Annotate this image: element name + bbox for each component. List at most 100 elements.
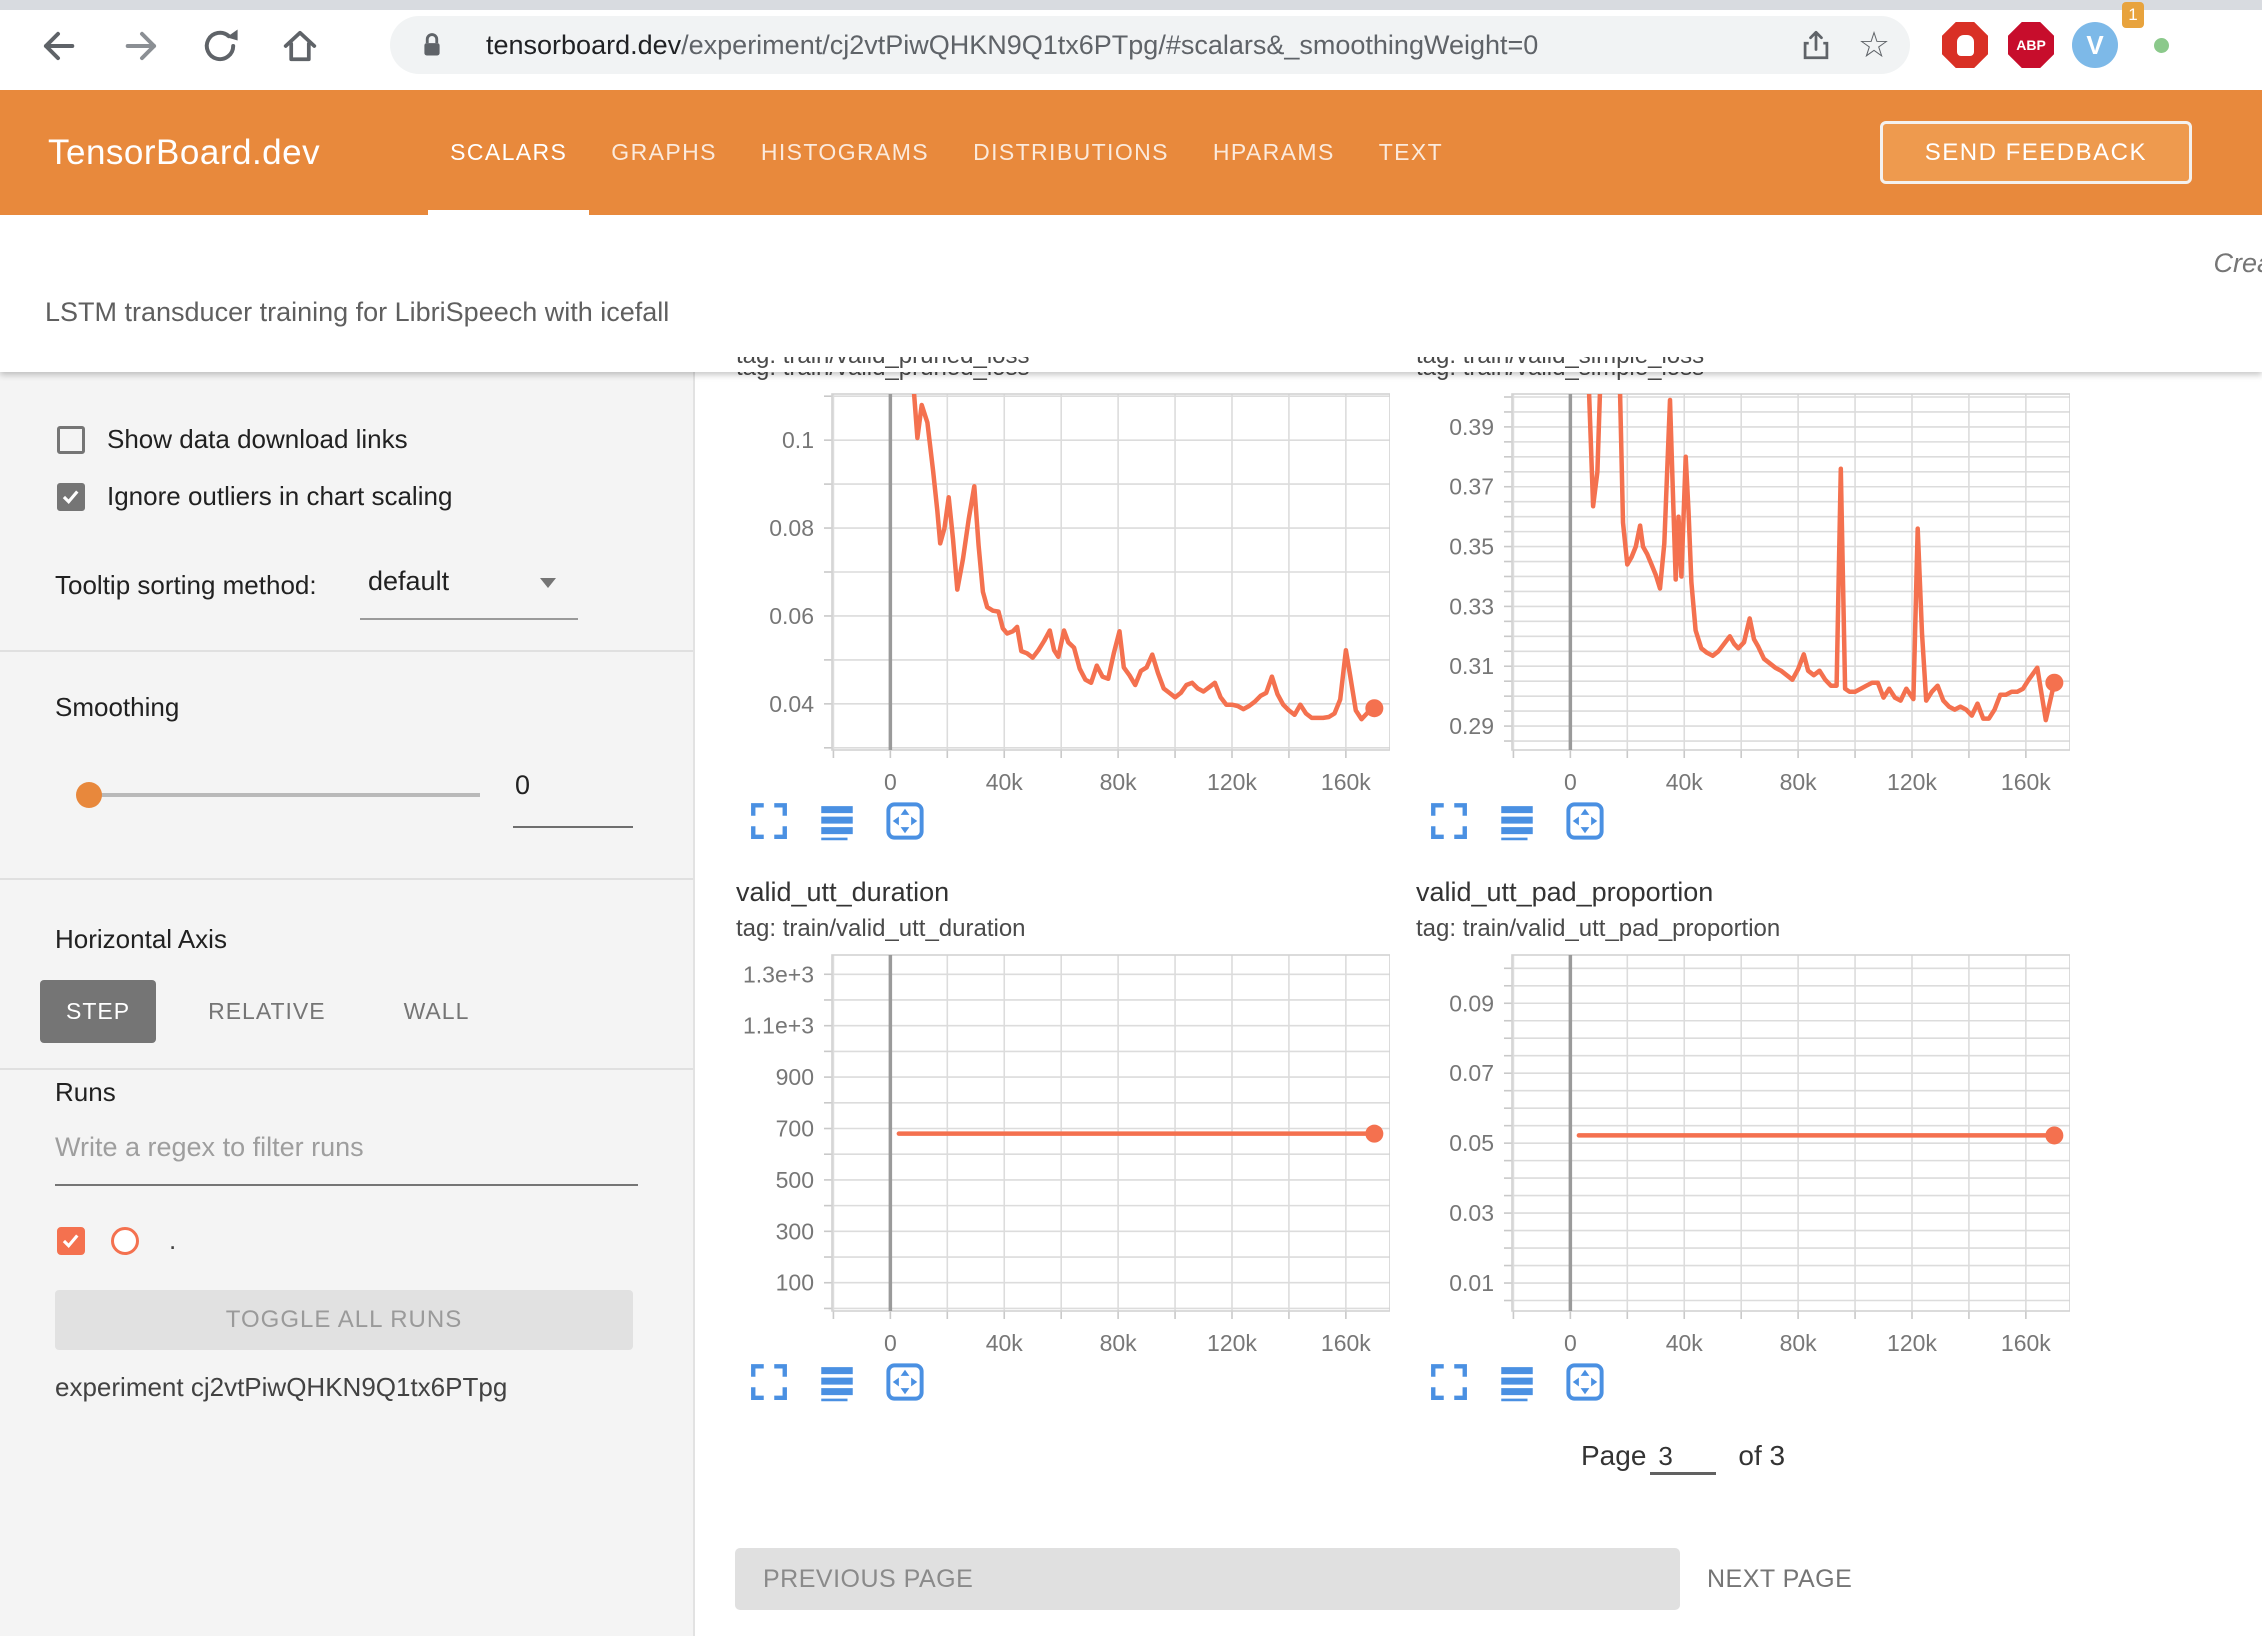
svg-text:80k: 80k [1780,769,1818,795]
experiment-header: Crea LSTM transducer training for LibriS… [0,215,2262,372]
fit-domain-icon[interactable] [884,800,926,842]
haxis-relative-button[interactable]: RELATIVE [182,980,352,1043]
line-chart[interactable]: 0.040.060.080.1040k80k120k160k [700,386,1390,798]
smoothing-value[interactable]: 0 [515,770,530,801]
chart-title: valid_utt_pad_proportion [1380,877,2070,915]
smoothing-label: Smoothing [55,692,179,723]
expand-chart-icon[interactable] [748,800,790,842]
expand-chart-icon[interactable] [1428,800,1470,842]
show-download-links-checkbox[interactable] [57,426,85,454]
run-color-swatch[interactable] [111,1227,139,1255]
svg-text:0.08: 0.08 [769,515,814,541]
svg-text:0: 0 [1564,769,1577,795]
back-icon[interactable] [36,24,80,68]
ignore-outliers-checkbox[interactable] [57,483,85,511]
haxis-wall-button[interactable]: WALL [378,980,496,1043]
home-icon[interactable] [278,24,322,68]
tab-scalars[interactable]: SCALARS [428,90,589,215]
smoothing-slider-handle[interactable] [76,782,102,808]
lock-icon [410,23,454,67]
svg-text:0: 0 [1564,1330,1577,1356]
svg-text:80k: 80k [1780,1330,1818,1356]
chart-actions [748,1361,1390,1403]
page-count-label: of 3 [1738,1440,1785,1472]
svg-text:80k: 80k [1100,1330,1138,1356]
horizontal-bars-icon[interactable] [1496,1361,1538,1403]
share-icon[interactable] [1794,23,1838,67]
created-label: Crea [2213,248,2262,279]
line-chart[interactable]: 1003005007009001.1e+31.3e+3040k80k120k16… [700,947,1390,1359]
svg-text:40k: 40k [1666,769,1704,795]
horizontal-bars-icon[interactable] [1496,800,1538,842]
svg-text:160k: 160k [2001,769,2051,795]
horizontal-bars-icon[interactable] [816,1361,858,1403]
runs-filter-input[interactable]: Write a regex to filter runs [55,1132,364,1163]
svg-text:0.06: 0.06 [769,603,814,629]
runs-label: Runs [55,1077,116,1108]
svg-text:0.35: 0.35 [1449,534,1494,560]
haxis-step-button[interactable]: STEP [40,980,156,1043]
svg-text:80k: 80k [1100,769,1138,795]
app-logo: TensorBoard.dev [48,133,320,173]
reload-icon[interactable] [198,24,242,68]
svg-text:100: 100 [776,1270,814,1296]
url-bar[interactable]: tensorboard.dev/experiment/cj2vtPiwQHKN9… [390,16,1910,74]
browser-chrome: tensorboard.dev/experiment/cj2vtPiwQHKN9… [0,0,2262,90]
divider [0,878,693,880]
line-chart[interactable]: 0.010.030.050.070.09040k80k120k160k [1380,947,2070,1359]
cookie-extension-icon[interactable] [2204,22,2250,68]
send-feedback-button[interactable]: SEND FEEDBACK [1880,121,2192,184]
expand-chart-icon[interactable] [1428,1361,1470,1403]
svg-text:0: 0 [884,769,897,795]
profile-extension-icon[interactable]: 1 [2136,22,2182,68]
toggle-all-runs-button[interactable]: TOGGLE ALL RUNS [55,1290,633,1350]
chart-card-valid-utt-duration: valid_utt_duration tag: train/valid_utt_… [700,877,1390,1403]
svg-text:40k: 40k [986,769,1024,795]
svg-text:120k: 120k [1207,769,1257,795]
adblock-extension-icon[interactable] [1942,22,1988,68]
page-number-input[interactable]: 3 [1650,1441,1716,1475]
url-text: tensorboard.dev/experiment/cj2vtPiwQHKN9… [486,30,1794,61]
chart-card-valid-utt-pad-proportion: valid_utt_pad_proportion tag: train/vali… [1380,877,2070,1403]
tooltip-sorting-label: Tooltip sorting method: [55,570,317,601]
svg-text:120k: 120k [1207,1330,1257,1356]
svg-text:300: 300 [776,1218,814,1244]
svg-text:0.07: 0.07 [1449,1060,1494,1086]
fit-domain-icon[interactable] [884,1361,926,1403]
tab-hparams[interactable]: HPARAMS [1191,90,1357,215]
smoothing-slider[interactable] [85,793,480,797]
tab-histograms[interactable]: HISTOGRAMS [739,90,951,215]
experiment-id-label: experiment cj2vtPiwQHKN9Q1tx6PTpg [55,1372,507,1403]
forward-icon[interactable] [120,24,164,68]
fit-domain-icon[interactable] [1564,800,1606,842]
expand-chart-icon[interactable] [748,1361,790,1403]
next-page-button[interactable]: NEXT PAGE [1707,1548,1852,1610]
v-extension-icon[interactable]: V [2072,22,2118,68]
svg-text:160k: 160k [2001,1330,2051,1356]
nav-tabs: SCALARSGRAPHSHISTOGRAMSDISTRIBUTIONSHPAR… [428,90,1465,215]
tab-distributions[interactable]: DISTRIBUTIONS [951,90,1191,215]
horizontal-bars-icon[interactable] [816,800,858,842]
svg-text:700: 700 [776,1116,814,1142]
svg-text:0.1: 0.1 [782,427,814,453]
previous-page-button[interactable]: PREVIOUS PAGE [735,1548,1680,1610]
run-checkbox[interactable] [57,1227,85,1255]
abp-extension-icon[interactable]: ABP [2008,22,2054,68]
svg-text:120k: 120k [1887,1330,1937,1356]
charts-panel: tag: train/valid_pruned_loss 0.040.060.0… [695,372,2262,1636]
svg-text:0.05: 0.05 [1449,1130,1494,1156]
line-chart[interactable]: 0.290.310.330.350.370.39040k80k120k160k [1380,386,2070,798]
tab-graphs[interactable]: GRAPHS [589,90,739,215]
horizontal-axis-group: STEP RELATIVE WALL [40,980,495,1043]
chevron-down-icon[interactable] [540,578,556,588]
tooltip-sorting-select[interactable]: default [368,566,449,597]
bookmark-star-icon[interactable]: ☆ [1852,23,1896,67]
svg-text:500: 500 [776,1167,814,1193]
svg-text:0.09: 0.09 [1449,990,1494,1016]
svg-text:120k: 120k [1887,769,1937,795]
pagination: Page 3 of 3 [1581,1440,1785,1475]
fit-domain-icon[interactable] [1564,1361,1606,1403]
tab-text[interactable]: TEXT [1357,90,1465,215]
divider [0,1068,693,1070]
svg-text:0.04: 0.04 [769,691,814,717]
